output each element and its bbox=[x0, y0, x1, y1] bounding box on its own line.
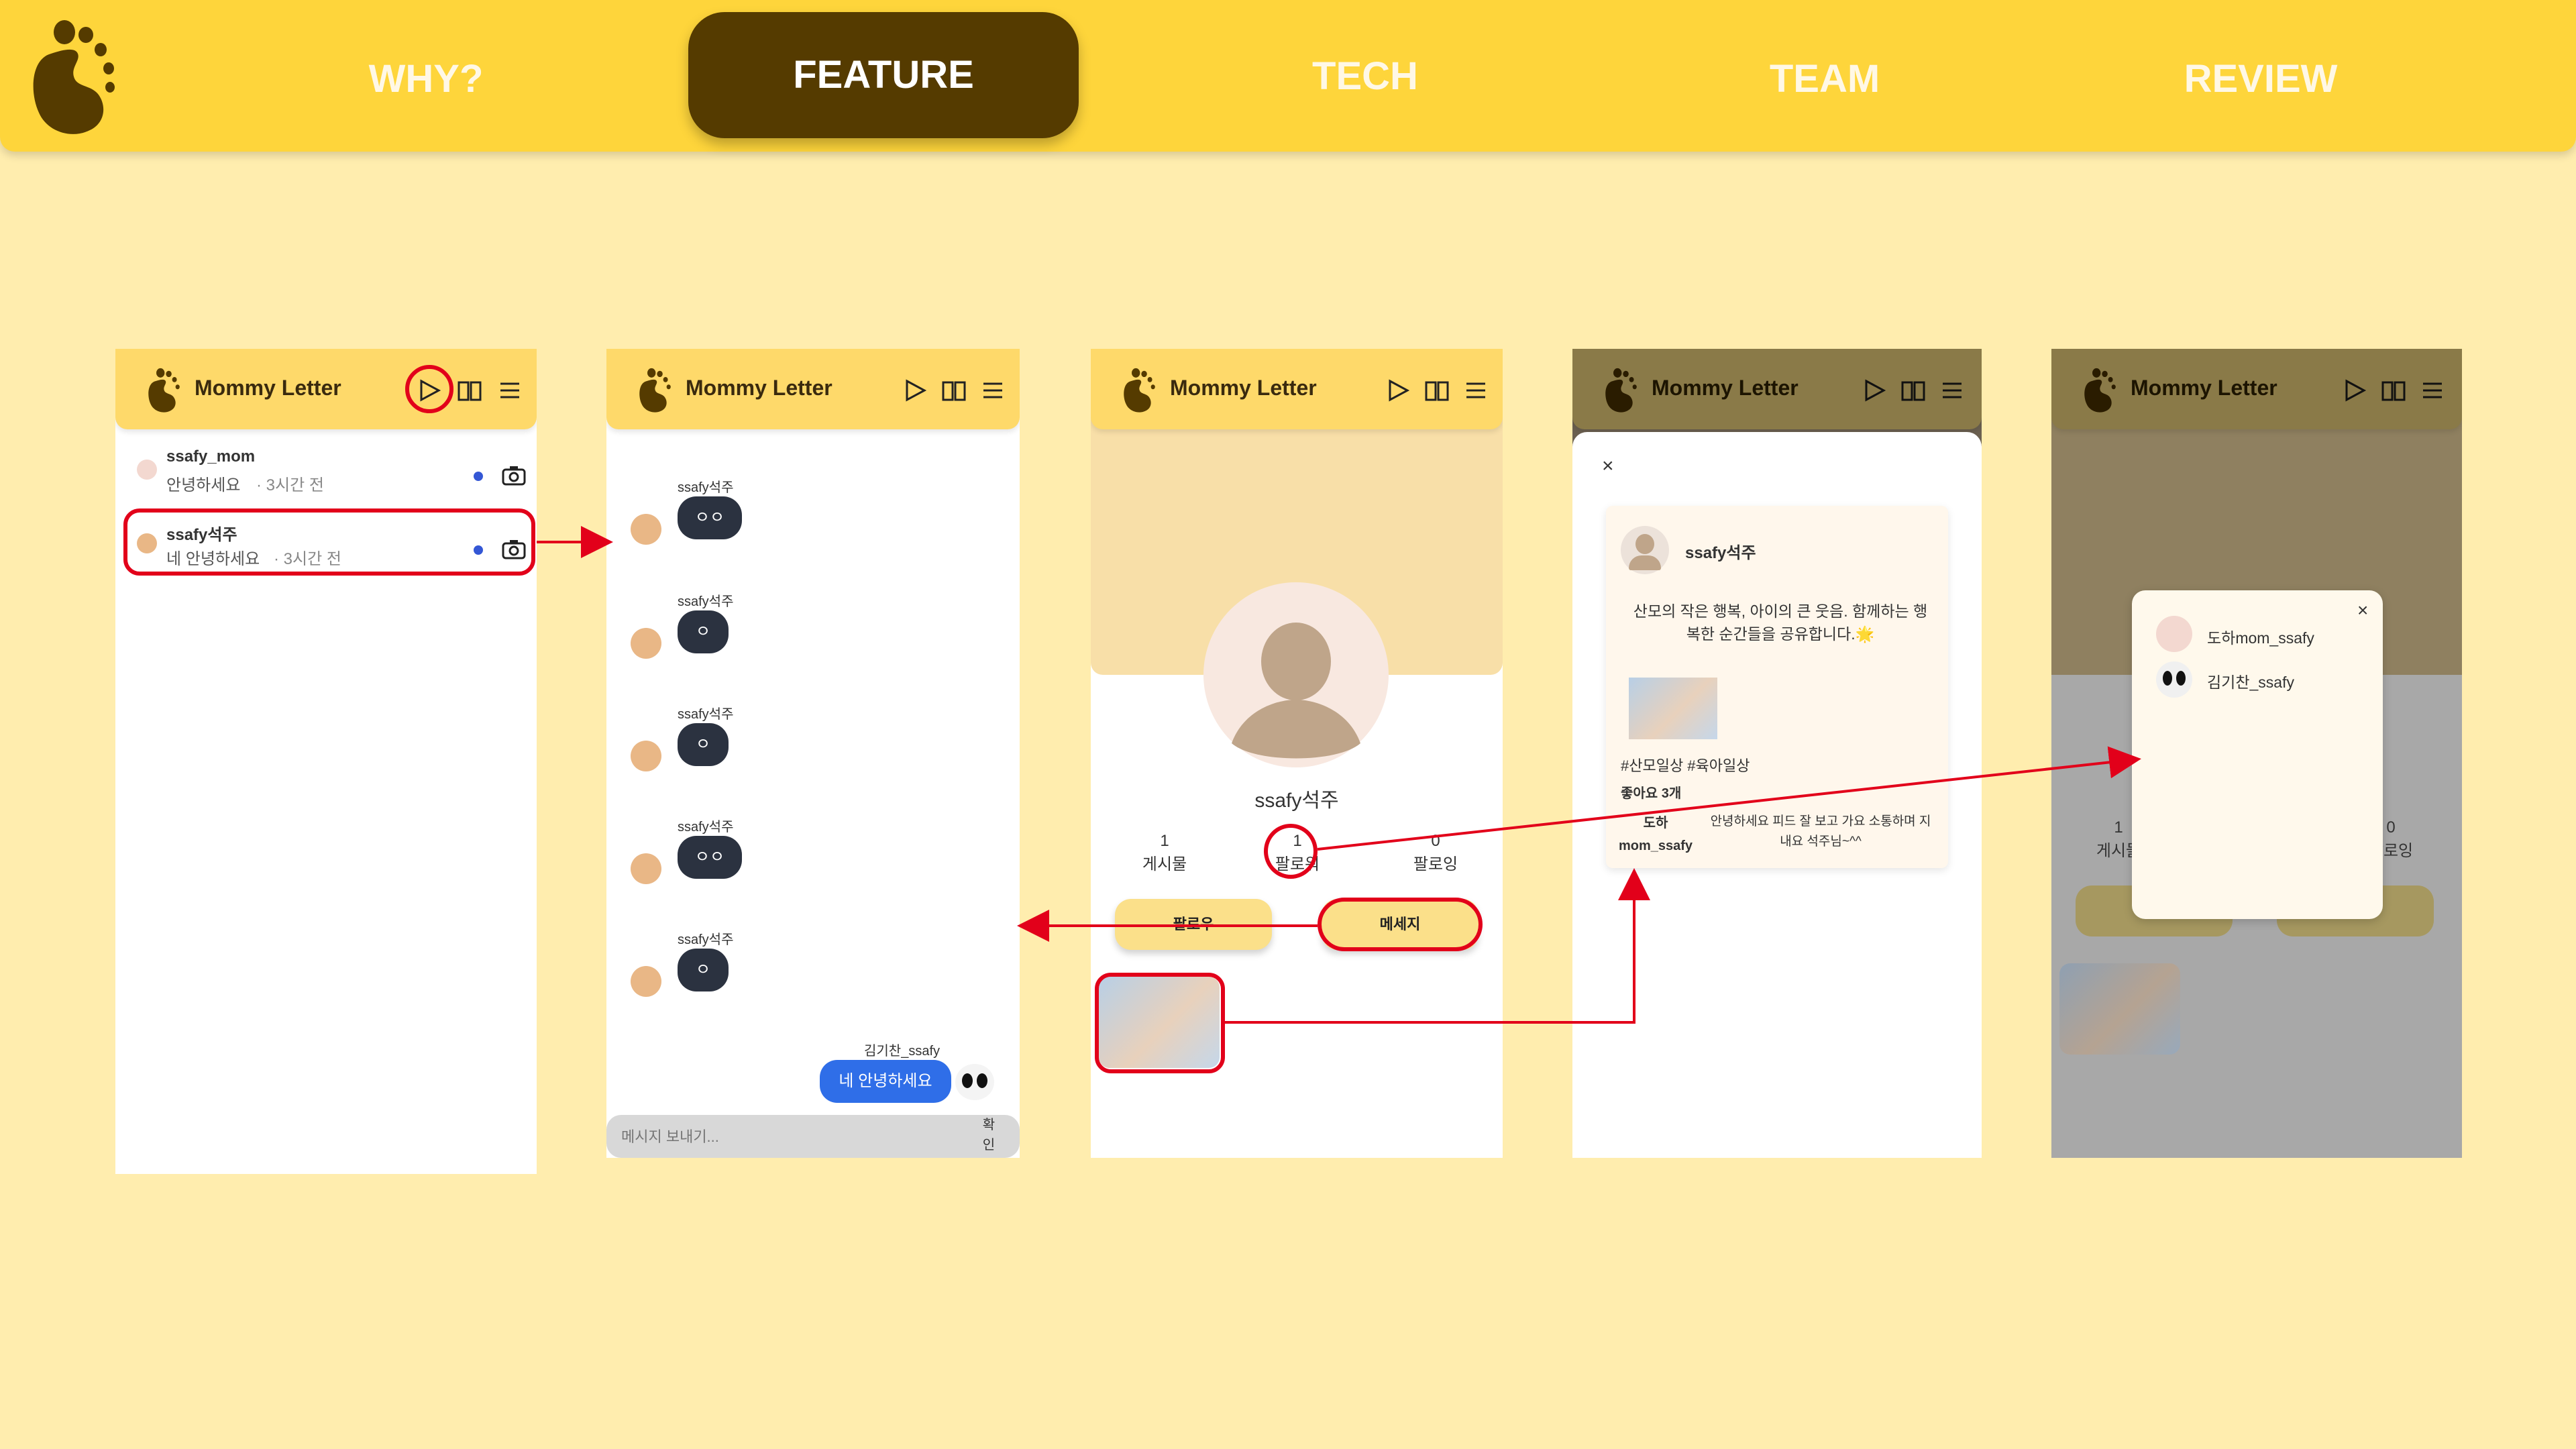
follower-avatar bbox=[2156, 661, 2192, 698]
screen-chat-room: Mommy Letter ssafy석주 ㅇㅇ ssafy석주 ㅇ ssafy석… bbox=[606, 349, 1020, 1158]
post-author: ssafy석주 bbox=[1685, 544, 1756, 562]
nav-feature-label: FEATURE bbox=[793, 53, 974, 97]
chat-row-time: · 3시간 전 bbox=[256, 476, 324, 494]
book-icon[interactable] bbox=[456, 377, 483, 404]
follower-name[interactable]: 도하mom_ssafy bbox=[2207, 625, 2314, 648]
message-sender: ssafy석주 bbox=[678, 594, 734, 609]
screen-followers: Mommy Letter 1 게시물 0 팔로잉 × 도하mom_ssafy 김기찬… bbox=[2051, 349, 2462, 1158]
menu-icon[interactable] bbox=[1462, 377, 1489, 404]
close-icon[interactable]: × bbox=[1602, 455, 1614, 478]
avatar bbox=[631, 628, 661, 659]
follower-name[interactable]: 김기찬_ssafy bbox=[2207, 669, 2294, 692]
app-logo-icon[interactable] bbox=[145, 365, 184, 415]
app-title: Mommy Letter bbox=[2131, 376, 2277, 400]
unread-dot bbox=[474, 472, 483, 481]
comment-text: 안녕하세요 피드 잘 보고 가요 소통하며 지내요 석주님~^^ bbox=[1710, 814, 1931, 849]
menu-icon[interactable] bbox=[496, 377, 523, 404]
nav-tech[interactable]: TECH bbox=[1261, 56, 1469, 97]
book-icon[interactable] bbox=[2380, 377, 2407, 404]
close-icon[interactable]: × bbox=[2357, 600, 2368, 621]
post-modal: × ssafy석주 산모의 작은 행복, 아이의 큰 웃음. 함께하는 행복한 … bbox=[1572, 432, 1982, 1158]
message-input[interactable] bbox=[620, 1120, 958, 1154]
footprint-logo-icon[interactable] bbox=[24, 12, 125, 140]
message-sender: ssafy석주 bbox=[678, 932, 734, 947]
post-tags: #산모일상 #육아일상 bbox=[1621, 757, 1750, 774]
my-message-bubble: 네 안녕하세요 bbox=[820, 1060, 951, 1103]
chat-row-message: 안녕하세요 bbox=[166, 476, 241, 494]
profile-avatar-placeholder-icon bbox=[1203, 582, 1389, 767]
message-sender: ssafy석주 bbox=[678, 707, 734, 722]
book-icon[interactable] bbox=[1900, 377, 1927, 404]
send-icon[interactable] bbox=[902, 377, 928, 404]
app-logo-icon[interactable] bbox=[2081, 365, 2120, 415]
book-icon[interactable] bbox=[1424, 377, 1450, 404]
annotation-box-post bbox=[1095, 973, 1225, 1073]
chat-row-name: ssafy_mom bbox=[166, 447, 256, 466]
stat-following[interactable]: 0 팔로잉 bbox=[1395, 832, 1476, 874]
app-header: Mommy Letter bbox=[115, 349, 537, 429]
message-bubble: ㅇ bbox=[678, 723, 729, 766]
app-title: Mommy Letter bbox=[1652, 376, 1799, 400]
app-logo-icon[interactable] bbox=[1120, 365, 1159, 415]
chat-row[interactable]: ssafy_mom 안녕하세요 · 3시간 전 bbox=[115, 439, 537, 506]
my-message-text: 네 안녕하세요 bbox=[839, 1072, 932, 1090]
author-avatar bbox=[1621, 526, 1669, 574]
post-photo bbox=[1629, 678, 1717, 739]
avatar bbox=[631, 966, 661, 997]
menu-icon[interactable] bbox=[2419, 377, 2446, 404]
message-bubble: ㅇㅇ bbox=[678, 836, 742, 879]
avatar bbox=[631, 514, 661, 545]
app-title: Mommy Letter bbox=[686, 376, 833, 400]
avatar bbox=[631, 741, 661, 771]
app-title: Mommy Letter bbox=[1170, 376, 1317, 400]
my-name: 김기찬_ssafy bbox=[864, 1044, 941, 1059]
message-bubble: ㅇㅇ bbox=[678, 496, 742, 539]
book-icon[interactable] bbox=[941, 377, 967, 404]
send-icon[interactable] bbox=[2341, 377, 2368, 404]
post-card: ssafy석주 산모의 작은 행복, 아이의 큰 웃음. 함께하는 행복한 순간… bbox=[1606, 506, 1948, 868]
message-bubble: ㅇ bbox=[678, 610, 729, 653]
send-icon[interactable] bbox=[1385, 377, 1411, 404]
screen-chat-list: Mommy Letter ssafy_mom 안녕하세요 · 3시간 전 ssa… bbox=[115, 349, 537, 1174]
message-sender: ssafy석주 bbox=[678, 820, 734, 835]
app-header: Mommy Letter bbox=[1091, 349, 1503, 429]
send-icon[interactable] bbox=[1861, 377, 1888, 404]
app-header: Mommy Letter bbox=[2051, 349, 2462, 429]
camera-icon[interactable] bbox=[502, 465, 526, 486]
app-logo-icon[interactable] bbox=[1602, 365, 1641, 415]
send-confirm-button[interactable]: 확인 bbox=[979, 1115, 998, 1155]
annotation-circle-followers bbox=[1264, 824, 1318, 879]
app-logo-icon[interactable] bbox=[636, 365, 675, 415]
comment-author: 도하mom_ssafy bbox=[1618, 816, 1693, 853]
message-sender: ssafy석주 bbox=[678, 480, 734, 495]
post-caption: 산모의 작은 행복, 아이의 큰 웃음. 함께하는 행복한 순간들을 공유합니다… bbox=[1633, 602, 1928, 643]
menu-icon[interactable] bbox=[1939, 377, 1966, 404]
message-bubble: ㅇ bbox=[678, 949, 729, 991]
screen-profile: Mommy Letter ssafy석주 1 게시물 1 팔로워 0 팔로잉 팔로우 … bbox=[1091, 349, 1503, 1158]
post-likes: 좋아요 3개 bbox=[1621, 786, 1682, 801]
followers-modal: × 도하mom_ssafy 김기찬_ssafy bbox=[2132, 590, 2383, 919]
follow-button[interactable]: 팔로우 bbox=[1115, 899, 1272, 950]
annotation-box-message-button bbox=[1318, 898, 1483, 951]
follower-avatar bbox=[2156, 616, 2192, 652]
nav-why[interactable]: WHY? bbox=[315, 59, 537, 99]
avatar bbox=[137, 460, 157, 480]
post-thumbnail-photo[interactable] bbox=[2059, 963, 2180, 1055]
nav-feature-active[interactable]: FEATURE bbox=[688, 12, 1079, 138]
menu-icon[interactable] bbox=[979, 377, 1006, 404]
avatar bbox=[631, 853, 661, 884]
stat-posts[interactable]: 1 게시물 bbox=[1124, 832, 1205, 874]
annotation-box-chat-row bbox=[123, 508, 535, 576]
app-header: Mommy Letter bbox=[606, 349, 1020, 429]
eyes-avatar bbox=[955, 1064, 994, 1100]
nav-team[interactable]: TEAM bbox=[1724, 59, 1925, 99]
annotation-circle-send bbox=[405, 365, 453, 413]
screen-post-detail: Mommy Letter × ssafy석주 산모의 작은 행복, 아이의 큰 … bbox=[1572, 349, 1982, 1158]
message-input-bar: 확인 bbox=[606, 1115, 1020, 1158]
nav-review[interactable]: REVIEW bbox=[2147, 59, 2375, 99]
app-title: Mommy Letter bbox=[195, 376, 341, 400]
profile-username: ssafy석주 bbox=[1254, 790, 1339, 812]
app-header: Mommy Letter bbox=[1572, 349, 1982, 429]
